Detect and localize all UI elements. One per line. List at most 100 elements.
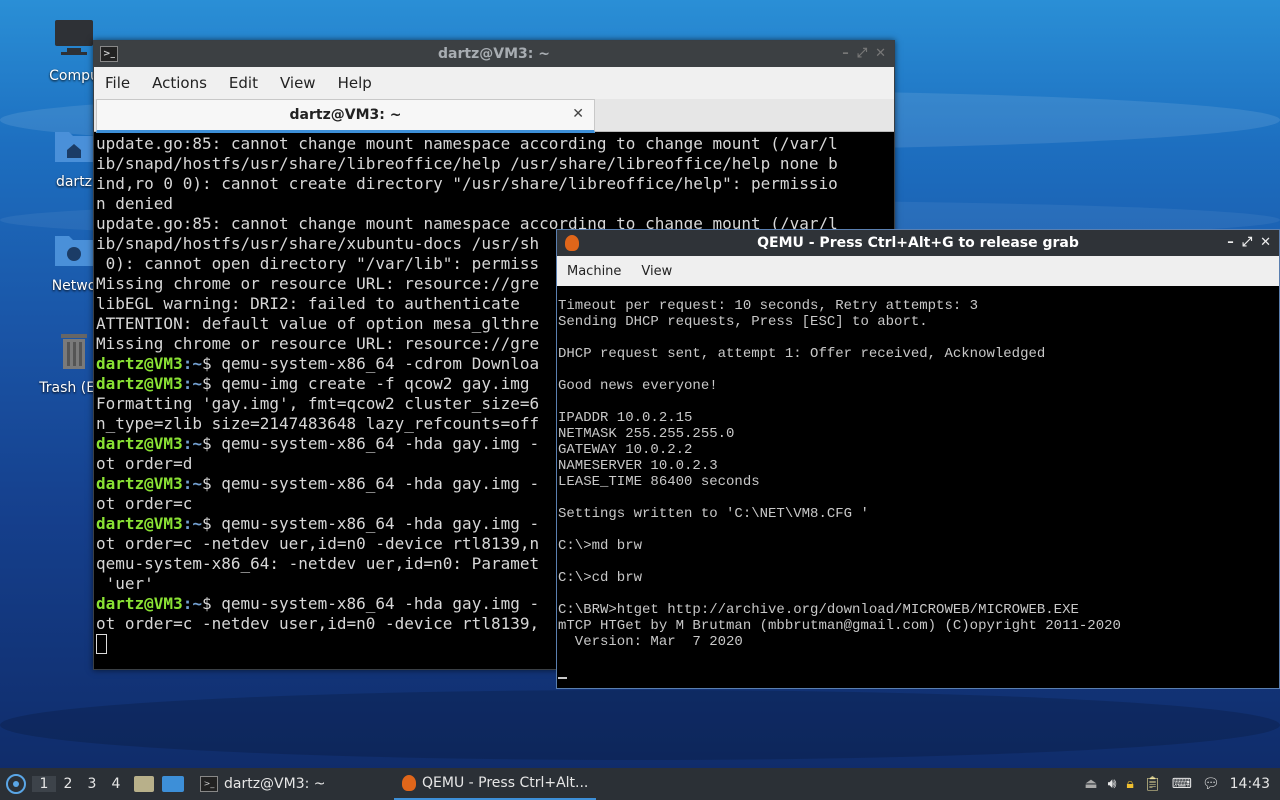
qemu-line xyxy=(558,490,1279,506)
qemu-line: Good news everyone! xyxy=(558,378,718,394)
qemu-line: DHCP request sent, attempt 1: Offer rece… xyxy=(558,346,1046,362)
task-terminal[interactable]: >_ dartz@VM3: ~ xyxy=(192,769,388,799)
prompt-path: :~ xyxy=(182,434,202,453)
qemu-line: Timeout per request: 10 seconds, Retry a… xyxy=(558,298,979,314)
terminal-tab-title: dartz@VM3: ~ xyxy=(289,107,402,123)
menu-view[interactable]: View xyxy=(269,74,327,92)
terminal-title: dartz@VM3: ~ xyxy=(438,46,550,62)
workspace-2[interactable]: 2 xyxy=(56,776,80,792)
line-text: ot order=c -netdev user,id=n0 -device rt… xyxy=(96,614,540,633)
line-text: ot order=c -netdev uer,id=n0 -device rtl… xyxy=(96,534,540,553)
qemu-cursor xyxy=(558,677,567,679)
prompt-user: dartz@VM3 xyxy=(96,354,183,373)
qemu-line xyxy=(558,330,1279,346)
workspace-4[interactable]: 4 xyxy=(104,776,128,792)
qemu-line: C:\>md brw xyxy=(558,538,643,554)
line-text: $ qemu-img create -f qcow2 gay.img xyxy=(201,374,530,393)
task-label: QEMU - Press Ctrl+Alt... xyxy=(422,775,589,791)
close-button[interactable]: ✕ xyxy=(875,46,886,61)
qemu-line: IPADDR 10.0.2.15 xyxy=(558,410,693,426)
qemu-line xyxy=(558,586,1279,602)
desktop-icon-label: Netwo xyxy=(51,278,97,294)
qemu-line: LEASE_TIME 86400 seconds xyxy=(558,474,760,490)
line-text: $ qemu-system-x86_64 -hda gay.img - xyxy=(201,474,540,493)
line-text: ib/snapd/hostfs/usr/share/libreoffice/he… xyxy=(96,154,838,173)
line-text: update.go:85: cannot change mount namesp… xyxy=(96,134,838,153)
line-text: qemu-system-x86_64: -netdev uer,id=n0: P… xyxy=(96,554,540,573)
xubuntu-logo-icon xyxy=(6,774,26,794)
terminal-cursor xyxy=(96,634,107,654)
prompt-path: :~ xyxy=(182,514,202,533)
qemu-task-icon xyxy=(402,775,416,791)
desktop-launcher-icon[interactable] xyxy=(162,776,184,792)
terminal-tabbar: dartz@VM3: ~ ✕ xyxy=(94,99,894,133)
qemu-line xyxy=(558,522,1279,538)
task-label: dartz@VM3: ~ xyxy=(224,776,326,792)
qemu-line xyxy=(558,650,1279,666)
qemu-screen[interactable]: Timeout per request: 10 seconds, Retry a… xyxy=(557,286,1279,682)
line-text: ATTENTION: default value of option mesa_… xyxy=(96,314,540,333)
notification-icon[interactable]: 💬︎ xyxy=(1202,776,1220,792)
qemu-window[interactable]: QEMU - Press Ctrl+Alt+G to release grab … xyxy=(556,229,1280,689)
prompt-user: dartz@VM3 xyxy=(96,474,183,493)
line-text: ot order=c xyxy=(96,494,193,513)
qemu-line: NAMESERVER 10.0.2.3 xyxy=(558,458,718,474)
terminal-tab[interactable]: dartz@VM3: ~ ✕ xyxy=(96,99,595,133)
qemu-line xyxy=(558,554,1279,570)
prompt-path: :~ xyxy=(182,354,202,373)
prompt-path: :~ xyxy=(182,374,202,393)
terminal-task-icon: >_ xyxy=(200,776,218,792)
clipboard-icon[interactable]: 📋︎ xyxy=(1144,776,1162,792)
lock-icon[interactable]: 🔒︎ xyxy=(1126,776,1133,792)
start-menu-button[interactable] xyxy=(0,768,32,800)
line-text: Missing chrome or resource URL: resource… xyxy=(96,274,540,293)
qemu-line: NETMASK 255.255.255.0 xyxy=(558,426,735,442)
tab-close-icon[interactable]: ✕ xyxy=(572,106,584,122)
qemu-line xyxy=(558,394,1279,410)
line-text: ind,ro 0 0): cannot create directory "/u… xyxy=(96,174,838,193)
qemu-titlebar[interactable]: QEMU - Press Ctrl+Alt+G to release grab … xyxy=(557,230,1279,256)
file-manager-launcher-icon[interactable] xyxy=(134,776,154,792)
qemu-menubar: Machine View xyxy=(557,256,1279,286)
prompt-user: dartz@VM3 xyxy=(96,374,183,393)
line-text: ot order=d xyxy=(96,454,193,473)
volume-icon[interactable]: 🔊︎ xyxy=(1108,776,1117,792)
maximize-button[interactable]: ⤢ xyxy=(857,46,867,61)
network-icon[interactable]: ⌨︎ xyxy=(1172,776,1192,792)
menu-edit[interactable]: Edit xyxy=(218,74,269,92)
prompt-path: :~ xyxy=(182,474,202,493)
terminal-line: n denied xyxy=(96,194,894,214)
line-text: 0): cannot open directory "/var/lib": pe… xyxy=(96,254,540,273)
menu-help[interactable]: Help xyxy=(327,74,383,92)
line-text: $ qemu-system-x86_64 -hda gay.img - xyxy=(201,514,540,533)
qemu-line: Version: Mar 7 2020 xyxy=(558,634,743,650)
clock[interactable]: 14:43 xyxy=(1230,776,1270,792)
maximize-button[interactable]: ⤢ xyxy=(1242,235,1252,250)
qemu-line: C:\BRW>htget http://archive.org/download… xyxy=(558,602,1079,618)
eject-icon[interactable]: ⏏ xyxy=(1084,776,1097,792)
minimize-button[interactable]: – xyxy=(1227,235,1234,250)
line-text: $ qemu-system-x86_64 -hda gay.img - xyxy=(201,594,540,613)
prompt-user: dartz@VM3 xyxy=(96,434,183,453)
desktop-icon-label: dartz xyxy=(55,174,93,190)
qemu-line: Settings written to 'C:\NET\VM8.CFG ' xyxy=(558,506,869,522)
line-text: 'uer' xyxy=(96,574,154,593)
close-button[interactable]: ✕ xyxy=(1260,235,1271,250)
menu-actions[interactable]: Actions xyxy=(141,74,218,92)
qemu-line: GATEWAY 10.0.2.2 xyxy=(558,442,693,458)
line-text: $ qemu-system-x86_64 -hda gay.img - xyxy=(201,434,540,453)
terminal-line: update.go:85: cannot change mount namesp… xyxy=(96,134,894,154)
workspace-1[interactable]: 1 xyxy=(32,776,56,792)
workspace-3[interactable]: 3 xyxy=(80,776,104,792)
qemu-line: mTCP HTGet by M Brutman (mbbrutman@gmail… xyxy=(558,618,1121,634)
terminal-line: ib/snapd/hostfs/usr/share/libreoffice/he… xyxy=(96,154,894,174)
qemu-line xyxy=(558,362,1279,378)
menu-machine[interactable]: Machine xyxy=(557,264,631,279)
menu-view[interactable]: View xyxy=(631,264,682,279)
task-qemu[interactable]: QEMU - Press Ctrl+Alt... xyxy=(394,768,597,800)
menu-file[interactable]: File xyxy=(94,74,141,92)
line-text: n denied xyxy=(96,194,174,213)
minimize-button[interactable]: – xyxy=(842,46,849,61)
terminal-titlebar[interactable]: >_ dartz@VM3: ~ – ⤢ ✕ xyxy=(94,41,894,67)
terminal-menubar: File Actions Edit View Help xyxy=(94,67,894,99)
